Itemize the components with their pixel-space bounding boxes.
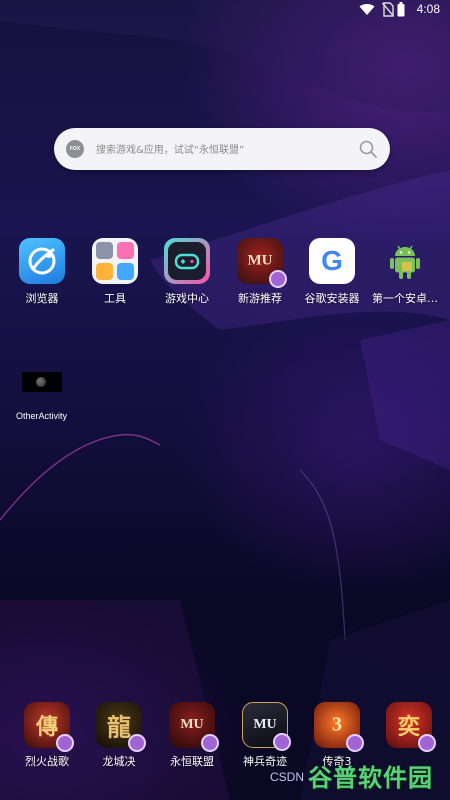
app-label: 新游推荐	[238, 292, 282, 305]
android-icon	[382, 238, 428, 284]
game-badge-icon	[56, 734, 74, 752]
app-label: 龙城决	[102, 755, 136, 768]
game-badge-icon	[418, 734, 436, 752]
app-label: 谷歌安装器	[304, 292, 360, 305]
game-icon: MU	[242, 702, 291, 751]
game-icon: 3	[314, 702, 364, 752]
app-tools[interactable]: 工具	[80, 238, 150, 306]
app-google-installer[interactable]: G 谷歌安装器	[297, 238, 367, 306]
status-bar: 4:08	[0, 0, 450, 20]
status-time: 4:08	[416, 2, 440, 16]
watermark: CSDN 谷普软件园	[270, 758, 445, 792]
google-installer-icon: G	[309, 238, 355, 284]
app-label: 工具	[104, 292, 126, 305]
game-icon: 傳	[24, 702, 74, 752]
app-label: 游戏中心	[165, 292, 209, 305]
battery-icon	[397, 2, 405, 17]
browser-icon	[19, 238, 65, 284]
app-label: 烈火战歌	[25, 755, 69, 768]
game-icon: 奕	[386, 702, 436, 752]
no-sim-icon	[382, 2, 394, 17]
app-game-center[interactable]: 游戏中心	[152, 238, 222, 306]
game-badge-icon	[201, 734, 219, 752]
app-browser[interactable]: 浏览器	[7, 238, 77, 306]
tools-icon	[92, 238, 138, 284]
app-android[interactable]: 第一个安卓…	[370, 238, 440, 306]
dock-app-3[interactable]: MU 永恒联盟	[157, 702, 227, 769]
other-activity-thumbnail	[22, 372, 62, 392]
search-input[interactable]	[94, 139, 348, 161]
search-icon[interactable]	[358, 139, 378, 159]
dock-app-2[interactable]: 龍 龙城决	[84, 702, 154, 769]
csdn-watermark: CSDN	[270, 770, 305, 784]
site-watermark: 谷普软件园	[308, 764, 433, 792]
app-new-game[interactable]: MU 新游推荐	[225, 238, 295, 306]
wifi-icon	[359, 4, 375, 16]
game-icon: 龍	[96, 702, 146, 752]
game-icon: MU	[169, 702, 219, 752]
game-badge-icon	[128, 734, 146, 752]
dock-app-6[interactable]: 奕	[374, 702, 444, 753]
app-label: OtherActivity	[16, 411, 68, 421]
game-center-icon	[164, 238, 210, 284]
game-badge-icon	[273, 733, 291, 751]
game-badge-icon	[346, 734, 364, 752]
camera-dot-icon	[36, 377, 46, 387]
app-label: 永恒联盟	[170, 755, 214, 768]
app-label: 第一个安卓…	[372, 292, 438, 305]
search-bar[interactable]: FOX	[54, 128, 390, 170]
app-label: 浏览器	[25, 292, 59, 305]
dock-app-1[interactable]: 傳 烈火战歌	[12, 702, 82, 769]
app-other-activity[interactable]: OtherActivity	[10, 372, 80, 421]
new-game-icon: MU	[237, 238, 287, 288]
game-badge-icon	[269, 270, 287, 288]
fox-logo-icon: FOX	[66, 140, 84, 158]
